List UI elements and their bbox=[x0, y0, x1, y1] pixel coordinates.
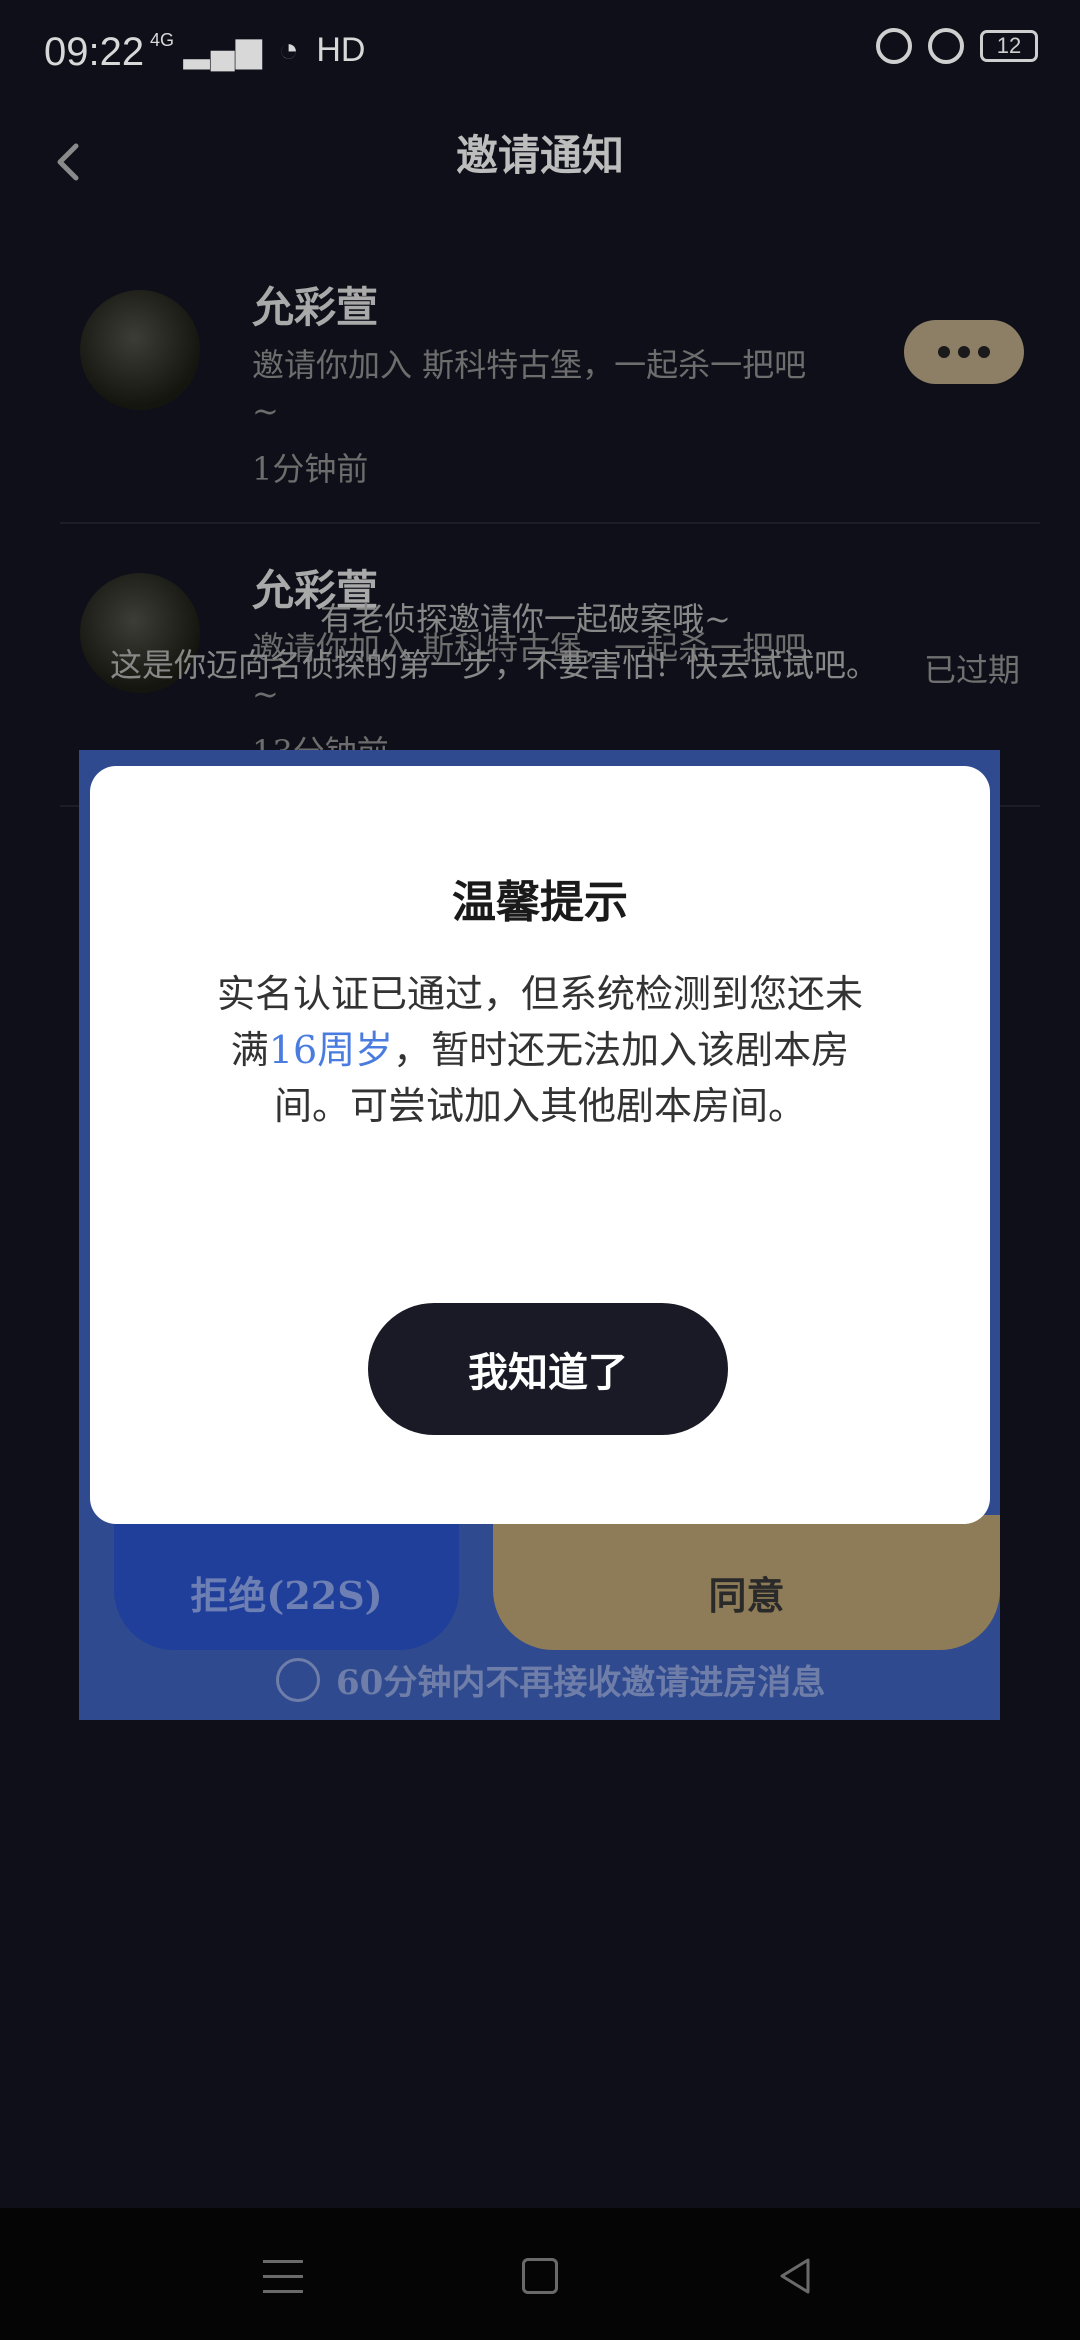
invite-time: 1分钟前 bbox=[252, 450, 369, 488]
age-highlight: 16周岁 bbox=[268, 1028, 394, 1072]
dot-icon bbox=[958, 346, 970, 358]
app-status-icon bbox=[876, 28, 912, 64]
more-options-button[interactable] bbox=[904, 320, 1024, 384]
dot-icon bbox=[938, 346, 950, 358]
battery-level: 12 bbox=[996, 33, 1022, 58]
reject-button[interactable]: 拒绝(22S) bbox=[114, 1515, 459, 1650]
overlay-line-1: 有老侦探邀请你一起破案哦~ bbox=[320, 600, 731, 638]
wifi-icon: ◔ bbox=[278, 31, 299, 69]
network-label: HD bbox=[316, 31, 366, 69]
page-title: 邀请通知 bbox=[455, 131, 624, 180]
battery-icon: 12 bbox=[980, 30, 1038, 62]
dialog-title: 温馨提示 bbox=[452, 877, 628, 928]
avatar[interactable] bbox=[80, 290, 200, 410]
agree-button[interactable]: 同意 bbox=[493, 1515, 1000, 1650]
radio-icon[interactable] bbox=[276, 1657, 320, 1702]
dialog-message: 实名认证已通过，但系统检测到您还未满16周岁，暂时还无法加入该剧本房间。可尝试加… bbox=[210, 966, 870, 1134]
dot-icon bbox=[978, 346, 990, 358]
mute-label: 60分钟内不再接收邀请进房消息 bbox=[336, 1663, 826, 1703]
network-indicator: 4G ▂▄▆ ◔ HD bbox=[150, 30, 365, 70]
invite-item[interactable]: 允彩萱 邀请你加入 斯科特古堡，一起杀一把吧~ 1分钟前 bbox=[60, 252, 1040, 524]
status-time: 09:22 bbox=[44, 30, 145, 74]
header: 邀请通知 bbox=[0, 110, 1080, 230]
back-icon[interactable] bbox=[776, 2256, 816, 2296]
acknowledge-button[interactable]: 我知道了 bbox=[368, 1303, 728, 1435]
invite-message: 邀请你加入 斯科特古堡，一起杀一把吧~ bbox=[252, 346, 807, 430]
mute-option[interactable]: 60分钟内不再接收邀请进房消息 bbox=[276, 1655, 825, 1704]
inviter-name: 允彩萱 bbox=[252, 283, 379, 332]
status-bar: 09:22 4G ▂▄▆ ◔ HD 12 bbox=[0, 0, 1080, 110]
signal-bars-icon: ▂▄▆ bbox=[183, 31, 263, 69]
home-icon[interactable] bbox=[522, 2258, 558, 2294]
system-nav-bar bbox=[0, 2208, 1080, 2340]
alarm-icon bbox=[928, 28, 964, 64]
menu-icon[interactable] bbox=[263, 2260, 303, 2294]
signal-icon: 4G bbox=[150, 30, 175, 50]
overlay-line-2: 这是你迈向名侦探的第一步，不要害怕！快去试试吧。 bbox=[110, 646, 879, 684]
status-right-icons: 12 bbox=[876, 28, 1038, 64]
warning-dialog: 温馨提示 实名认证已通过，但系统检测到您还未满16周岁，暂时还无法加入该剧本房间… bbox=[90, 766, 990, 1524]
expired-label: 已过期 bbox=[923, 651, 1020, 689]
